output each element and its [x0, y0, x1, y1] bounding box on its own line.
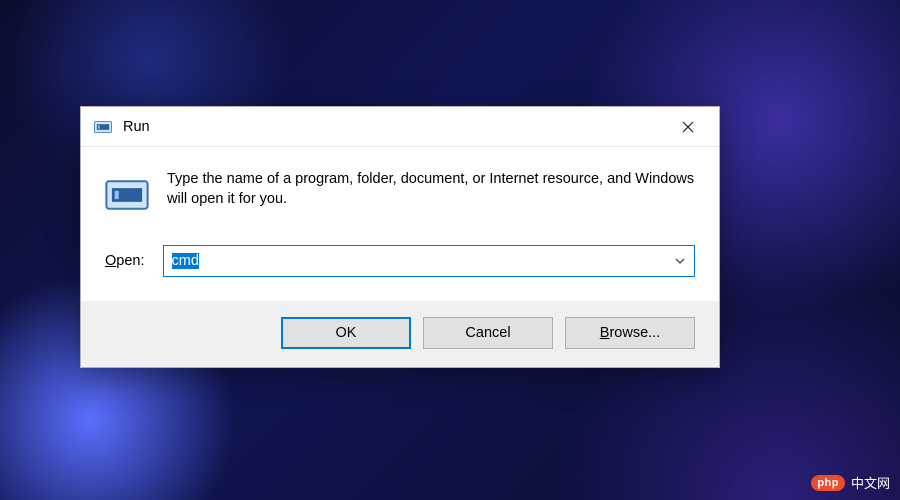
run-icon-large	[105, 173, 149, 217]
dialog-description: Type the name of a program, folder, docu…	[167, 169, 695, 210]
dialog-title: Run	[123, 119, 663, 135]
button-row: OK Cancel Browse...	[81, 301, 719, 367]
chevron-down-icon[interactable]	[666, 246, 694, 276]
open-input[interactable]	[164, 246, 666, 276]
run-icon	[93, 117, 113, 137]
titlebar: Run	[81, 107, 719, 147]
browse-button[interactable]: Browse...	[565, 317, 695, 349]
ok-button[interactable]: OK	[281, 317, 411, 349]
open-label: Open:	[105, 253, 145, 269]
run-dialog: Run Type the name of a program, folder, …	[80, 106, 720, 368]
dialog-body: Type the name of a program, folder, docu…	[81, 147, 719, 301]
open-combobox[interactable]	[163, 245, 695, 277]
watermark-badge: php	[811, 475, 845, 491]
watermark: php 中文网	[811, 473, 890, 492]
close-button[interactable]	[663, 107, 713, 147]
watermark-text: 中文网	[851, 473, 890, 492]
cancel-button[interactable]: Cancel	[423, 317, 553, 349]
close-icon	[682, 121, 694, 133]
